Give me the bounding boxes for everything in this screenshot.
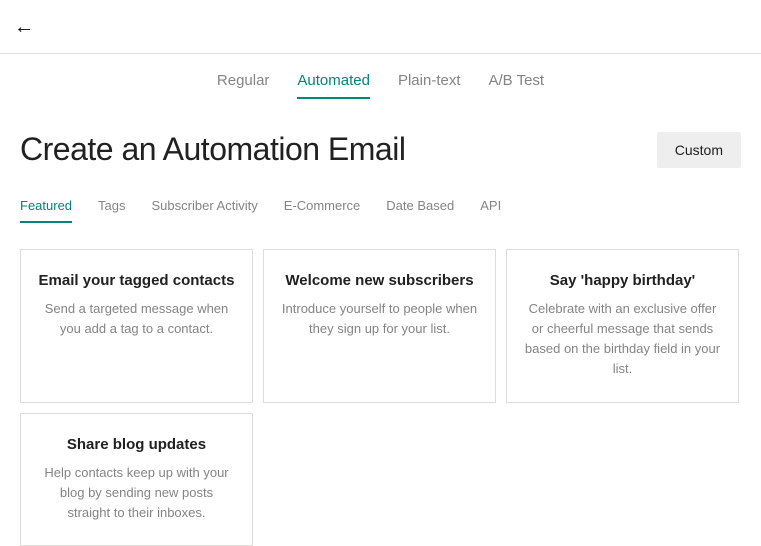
card-title: Welcome new subscribers — [280, 272, 479, 289]
card-desc: Send a targeted message when you add a t… — [37, 299, 236, 339]
automation-cards: Email your tagged contacts Send a target… — [20, 249, 741, 546]
card-email-tagged-contacts[interactable]: Email your tagged contacts Send a target… — [20, 249, 253, 403]
topbar: ← — [0, 0, 761, 54]
card-desc: Help contacts keep up with your blog by … — [37, 463, 236, 523]
tab-automated[interactable]: Automated — [297, 72, 370, 99]
campaign-type-tabs: Regular Automated Plain-text A/B Test — [0, 54, 761, 113]
tab-ab-test[interactable]: A/B Test — [489, 72, 545, 99]
subtab-ecommerce[interactable]: E-Commerce — [284, 198, 361, 223]
card-share-blog-updates[interactable]: Share blog updates Help contacts keep up… — [20, 413, 253, 546]
card-desc: Celebrate with an exclusive offer or che… — [523, 299, 722, 380]
automation-category-tabs: Featured Tags Subscriber Activity E-Comm… — [20, 198, 741, 223]
card-title: Email your tagged contacts — [37, 272, 236, 289]
card-welcome-new-subscribers[interactable]: Welcome new subscribers Introduce yourse… — [263, 249, 496, 403]
subtab-featured[interactable]: Featured — [20, 198, 72, 223]
subtab-date-based[interactable]: Date Based — [386, 198, 454, 223]
subtab-tags[interactable]: Tags — [98, 198, 125, 223]
card-title: Share blog updates — [37, 436, 236, 453]
content-area: Create an Automation Email Custom Featur… — [0, 131, 761, 546]
back-arrow-icon[interactable]: ← — [14, 17, 34, 37]
tab-plain-text[interactable]: Plain-text — [398, 72, 461, 99]
card-say-happy-birthday[interactable]: Say 'happy birthday' Celebrate with an e… — [506, 249, 739, 403]
subtab-subscriber-activity[interactable]: Subscriber Activity — [152, 198, 258, 223]
subtab-api[interactable]: API — [480, 198, 501, 223]
custom-button[interactable]: Custom — [657, 132, 741, 168]
page-title: Create an Automation Email — [20, 131, 405, 168]
card-title: Say 'happy birthday' — [523, 272, 722, 289]
title-row: Create an Automation Email Custom — [20, 131, 741, 168]
card-desc: Introduce yourself to people when they s… — [280, 299, 479, 339]
tab-regular[interactable]: Regular — [217, 72, 270, 99]
